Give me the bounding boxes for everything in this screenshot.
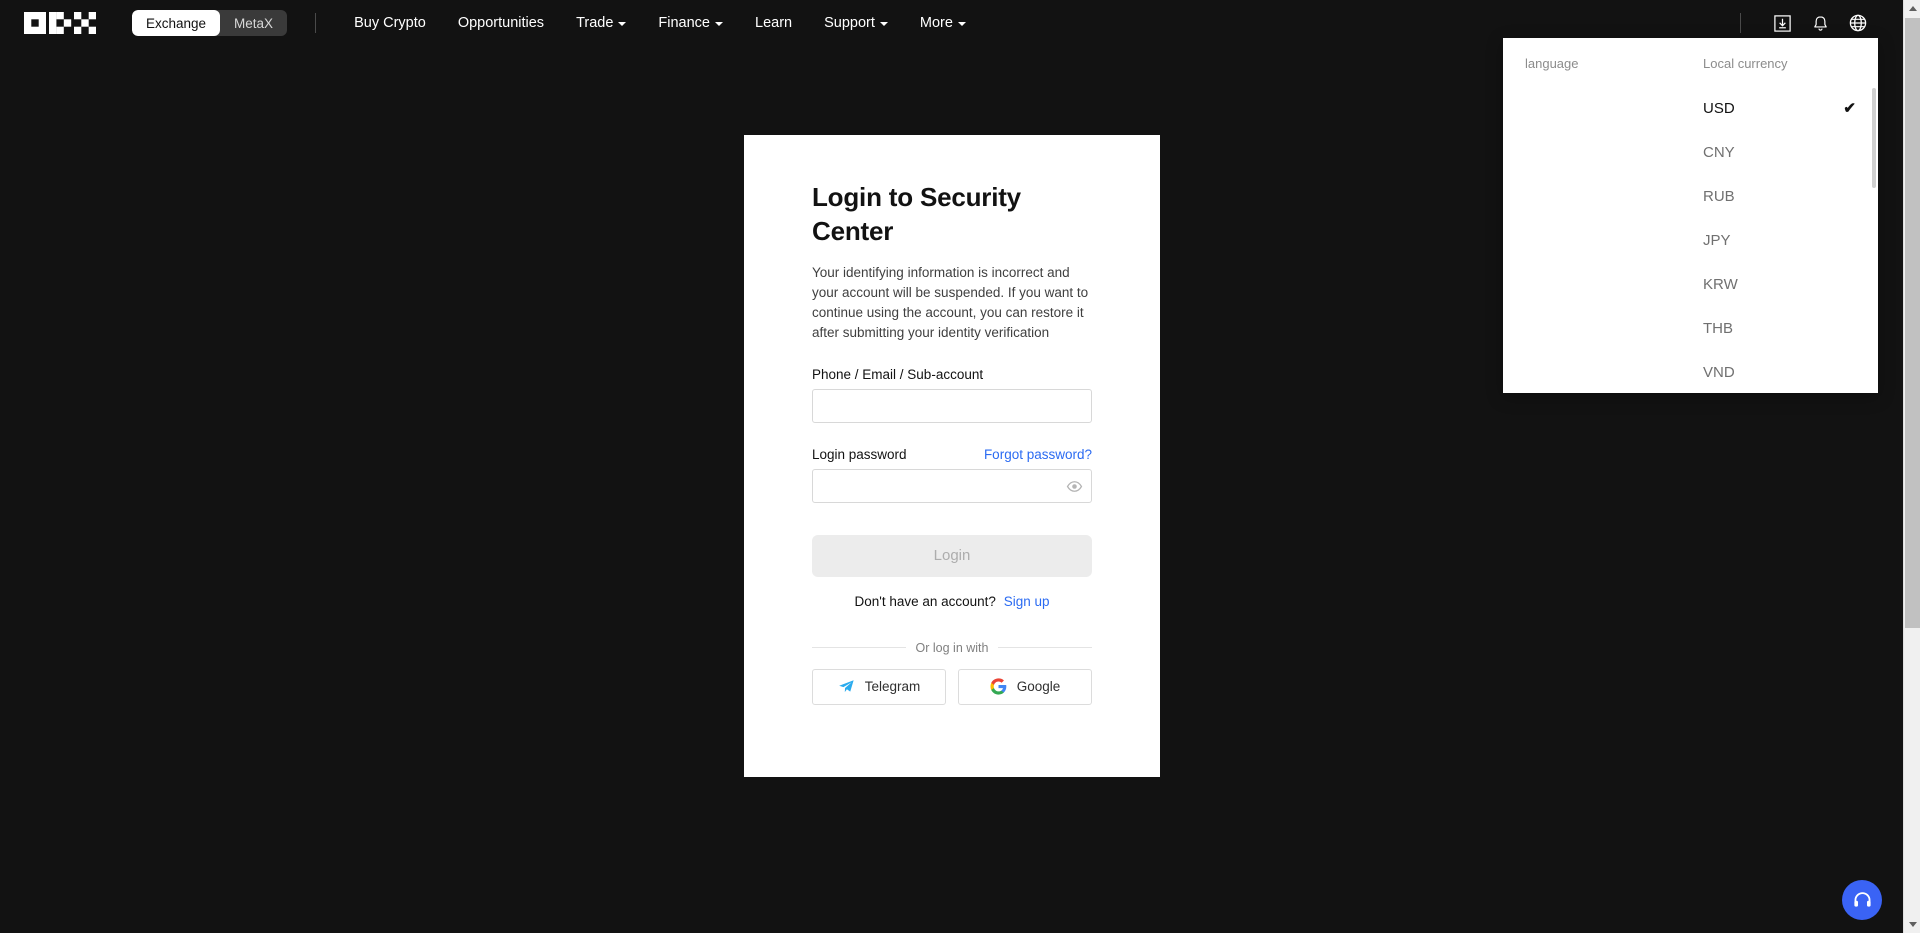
nav-item-support[interactable]: Support: [808, 0, 904, 46]
nav-item-opportunities[interactable]: Opportunities: [442, 0, 560, 46]
password-label-row: Login password Forgot password?: [812, 447, 1092, 462]
divider-line-right: [998, 647, 1093, 648]
download-app-button[interactable]: [1763, 4, 1801, 42]
currency-item-thb[interactable]: THB: [1503, 306, 1878, 350]
or-login-with-text: Or log in with: [915, 640, 989, 655]
login-card: Login to Security Center Your identifyin…: [744, 135, 1160, 777]
nav-label: Trade: [576, 15, 614, 31]
signup-row: Don't have an account? Sign up: [812, 594, 1092, 609]
currency-code: KRW: [1703, 275, 1738, 293]
account-input[interactable]: [812, 388, 1092, 423]
account-input-wrapper: [812, 388, 1092, 423]
card-description: Your identifying information is incorrec…: [812, 264, 1089, 340]
dropdown-scrollbar-thumb[interactable]: [1872, 88, 1876, 188]
notifications-button[interactable]: [1801, 4, 1839, 42]
nav-item-finance[interactable]: Finance: [642, 0, 739, 46]
password-field-label: Login password: [812, 446, 907, 462]
nav-label: Support: [824, 15, 875, 31]
exchange-metax-toggle[interactable]: Exchange MetaX: [132, 10, 288, 36]
signup-link[interactable]: Sign up: [1004, 594, 1050, 609]
google-icon: [990, 678, 1007, 695]
currency-item-jpy[interactable]: JPY: [1503, 218, 1878, 262]
page-title: Login to Security Center: [812, 182, 1021, 247]
google-login-button[interactable]: Google: [958, 668, 1092, 705]
chevron-down-icon: [715, 22, 723, 26]
currency-item-rub[interactable]: RUB: [1503, 174, 1878, 218]
currency-item-usd[interactable]: USD ✔: [1503, 86, 1878, 130]
password-input-wrapper: [812, 468, 1092, 503]
no-account-text: Don't have an account?: [854, 593, 996, 609]
password-input[interactable]: [812, 468, 1092, 503]
login-button[interactable]: Login: [812, 534, 1092, 577]
nav-label: Finance: [658, 15, 710, 31]
or-divider: Or log in with: [812, 640, 1093, 655]
nav-right-actions: [1740, 4, 1877, 42]
nav-item-buy-crypto[interactable]: Buy Crypto: [338, 0, 442, 46]
nav-right-divider: [1740, 13, 1741, 33]
nav-item-trade[interactable]: Trade: [560, 0, 642, 46]
account-field-label: Phone / Email / Sub-account: [812, 366, 984, 382]
currency-code: CNY: [1703, 143, 1735, 161]
chevron-down-icon: [957, 22, 966, 26]
eye-icon: [1066, 480, 1083, 492]
scrollbar-up-arrow[interactable]: [1904, 0, 1920, 17]
scrollbar-down-arrow[interactable]: [1904, 916, 1920, 933]
currency-item-vnd[interactable]: VND: [1503, 350, 1878, 393]
social-label: Google: [1016, 679, 1061, 694]
nav-label: Buy Crypto: [354, 15, 426, 31]
forgot-password-link[interactable]: Forgot password?: [984, 447, 1092, 462]
language-column-heading: language: [1525, 56, 1579, 71]
nav-links: Buy Crypto Opportunities Trade Finance L…: [338, 0, 982, 46]
nav-label: Learn: [755, 15, 793, 31]
globe-icon: [1849, 14, 1867, 32]
currency-code: JPY: [1703, 231, 1731, 249]
currency-code: USD: [1703, 99, 1735, 117]
currency-item-krw[interactable]: KRW: [1503, 262, 1878, 306]
currency-list: USD ✔ CNY RUB JPY KRW THB VND: [1503, 86, 1878, 393]
headset-icon: [1853, 891, 1871, 907]
okx-logo[interactable]: [24, 12, 96, 34]
currency-item-cny[interactable]: CNY: [1503, 130, 1878, 174]
currency-code: RUB: [1703, 187, 1735, 205]
toggle-option-exchange[interactable]: Exchange: [132, 10, 221, 36]
dropdown-scrollbar[interactable]: [1872, 88, 1876, 384]
social-login-row: Telegram Google: [812, 668, 1092, 705]
download-icon: [1773, 14, 1791, 32]
scrollbar-thumb[interactable]: [1905, 18, 1920, 628]
nav-divider: [315, 13, 317, 33]
currency-code: THB: [1703, 319, 1733, 337]
chevron-down-icon: [879, 22, 888, 26]
page-scrollbar[interactable]: [1903, 0, 1920, 933]
chevron-down-icon: [618, 22, 627, 26]
currency-code: VND: [1703, 363, 1735, 381]
divider-line-left: [812, 647, 906, 648]
nav-label: Opportunities: [457, 15, 545, 31]
language-currency-dropdown: language Local currency USD ✔ CNY RUB JP…: [1503, 38, 1878, 393]
language-currency-button[interactable]: [1839, 4, 1877, 42]
bell-icon: [1813, 15, 1827, 31]
telegram-icon: [838, 680, 854, 693]
nav-label: More: [919, 15, 953, 31]
support-chat-button[interactable]: [1842, 880, 1882, 920]
telegram-login-button[interactable]: Telegram: [812, 668, 946, 705]
toggle-password-visibility-button[interactable]: [1065, 477, 1084, 496]
social-label: Telegram: [864, 679, 921, 694]
toggle-option-metax[interactable]: MetaX: [220, 10, 287, 36]
currency-column-heading: Local currency: [1703, 56, 1788, 71]
nav-item-learn[interactable]: Learn: [739, 0, 808, 46]
nav-item-more[interactable]: More: [904, 0, 982, 46]
check-icon: ✔: [1843, 100, 1856, 117]
